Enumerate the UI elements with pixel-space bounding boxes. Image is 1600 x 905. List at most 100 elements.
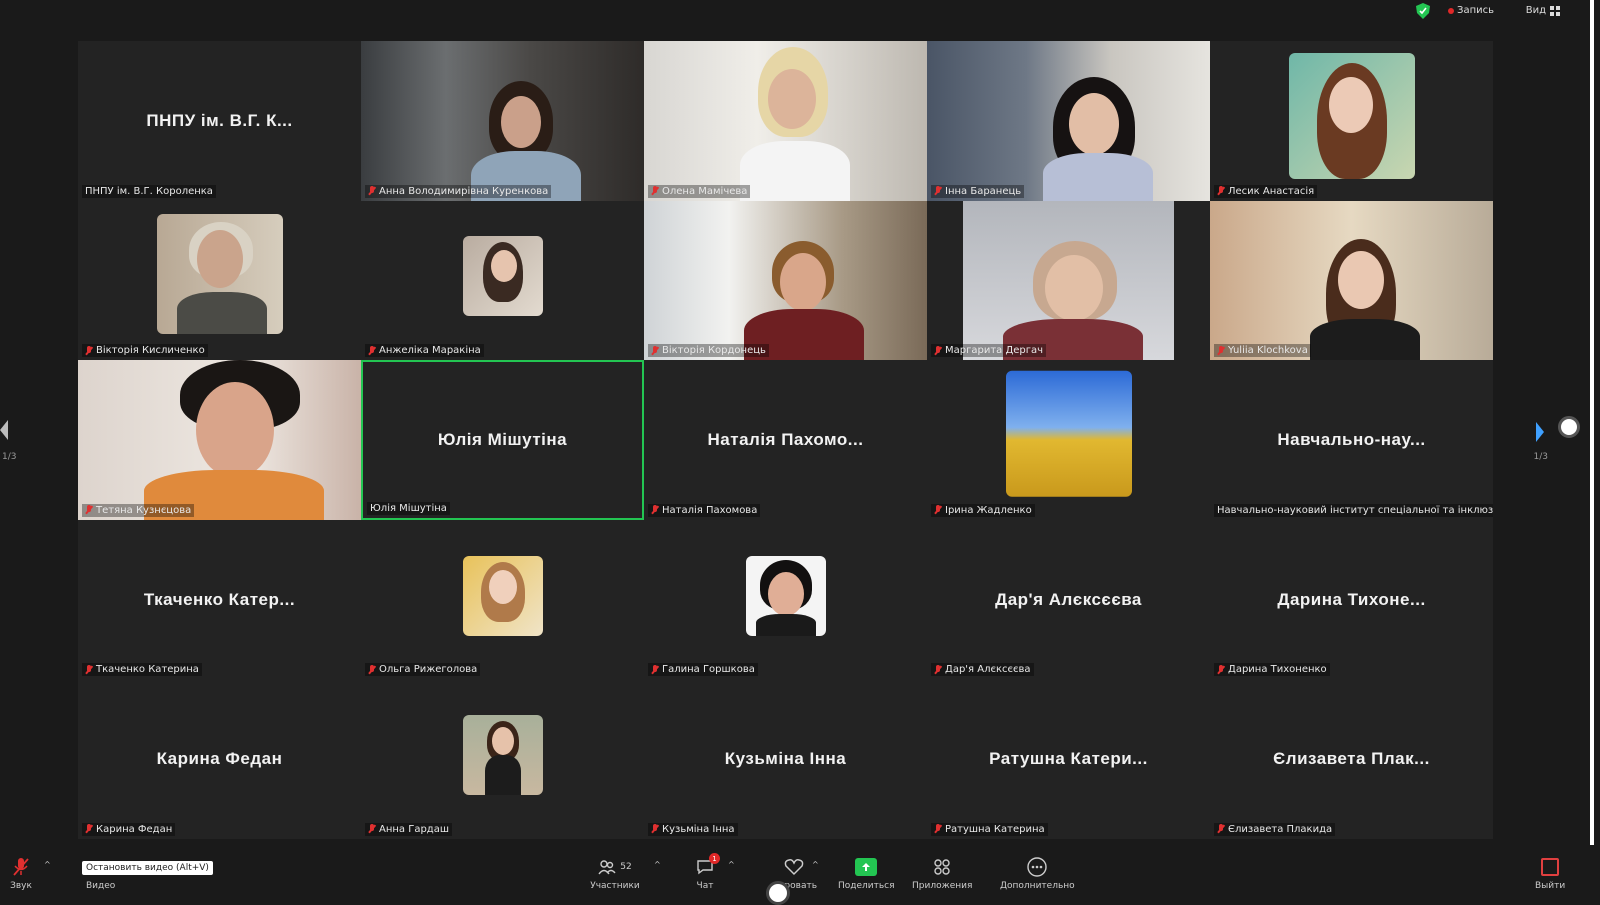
recording-label: Запись xyxy=(1457,5,1494,16)
mic-muted-icon xyxy=(651,505,659,515)
participant-tile[interactable]: Ірина Жадленко xyxy=(927,360,1210,520)
participant-label-text: Ольга Рижеголова xyxy=(379,664,478,676)
participant-tile[interactable]: ПНПУ ім. В.Г. К... ПНПУ ім. В.Г. Королен… xyxy=(78,41,361,201)
video-feed xyxy=(927,41,1210,201)
participant-label-text: Інна Баранець xyxy=(945,185,1022,197)
video-feed xyxy=(963,200,1174,361)
more-label: Дополнительно xyxy=(1000,881,1075,891)
view-button[interactable]: Вид xyxy=(1526,5,1560,16)
next-page-arrow-icon[interactable] xyxy=(1536,422,1544,442)
participant-label: Інна Баранець xyxy=(931,184,1025,198)
mic-muted-icon xyxy=(368,186,376,196)
participant-tile[interactable]: Інна Баранець xyxy=(927,41,1210,201)
more-dots-icon xyxy=(1026,856,1048,878)
audio-label: Звук xyxy=(10,881,32,891)
participants-icon-wrap: 52 xyxy=(590,856,640,878)
participant-avatar xyxy=(745,555,826,636)
active-speaker-tile[interactable]: Юлія Мішутіна Юлія Мішутіна xyxy=(361,360,644,520)
participants-caret-icon[interactable]: ^ xyxy=(654,860,661,869)
mic-muted-icon xyxy=(85,345,93,356)
participant-tile[interactable]: Ткаченко Катер... Ткаченко Катерина xyxy=(78,519,361,680)
chat-label: Чат xyxy=(696,881,714,891)
participant-label-text: Анна Гардаш xyxy=(379,823,449,835)
exit-button[interactable]: Выйти xyxy=(1535,856,1565,891)
audio-button[interactable]: Звук xyxy=(10,856,32,891)
participant-label: Навчально-науковий інститут спеціальної … xyxy=(1214,503,1493,517)
mic-muted-icon xyxy=(934,824,942,834)
audio-options-caret-icon[interactable]: ^ xyxy=(44,860,51,869)
chat-button[interactable]: 1 Чат xyxy=(694,853,720,891)
video-feed xyxy=(1210,200,1493,361)
video-label: Видео xyxy=(86,881,116,891)
participant-tile[interactable]: Yuliia Klochkova xyxy=(1210,200,1493,361)
share-button[interactable]: Поделиться xyxy=(838,856,895,891)
recording-indicator[interactable]: Запись xyxy=(1448,5,1494,16)
apps-icon xyxy=(931,856,953,878)
participant-label: Вікторія Кисличенко xyxy=(82,344,208,358)
mic-muted-icon xyxy=(368,345,376,356)
participant-name-large: Кузьміна Інна xyxy=(724,749,847,769)
prev-page-arrow-icon[interactable] xyxy=(0,420,8,440)
mic-muted-icon xyxy=(85,664,93,675)
participant-tile[interactable]: Тетяна Кузнєцова xyxy=(78,360,361,520)
exit-icon xyxy=(1539,856,1561,878)
participant-label-text: Єлизавета Плакида xyxy=(1228,823,1333,835)
participant-tile[interactable]: Вікторія Кисличенко xyxy=(78,200,361,361)
participant-label-text: Карина Федан xyxy=(96,823,173,835)
participant-avatar xyxy=(156,214,283,335)
participant-tile[interactable]: Анна Володимирівна Куренкова xyxy=(361,41,644,201)
page-indicator-right: 1/3 xyxy=(1533,452,1548,462)
cursor-circle-icon xyxy=(1558,416,1580,438)
meeting-toolbar: Звук ^ Видео Остановить видео (Alt+V) 52… xyxy=(0,845,1600,905)
chat-badge: 1 xyxy=(709,853,720,864)
apps-button[interactable]: Приложения xyxy=(912,856,972,891)
video-feed xyxy=(644,200,927,361)
mic-muted-icon xyxy=(85,824,93,834)
participant-tile[interactable]: Галина Горшкова xyxy=(644,519,927,680)
video-gallery: ПНПУ ім. В.Г. К... ПНПУ ім. В.Г. Королен… xyxy=(78,41,1493,839)
participant-tile[interactable]: Маргарита Дергач xyxy=(927,200,1210,361)
participant-tile[interactable]: Навчально-нау... Навчально-науковий інст… xyxy=(1210,360,1493,520)
participant-label: Анна Володимирівна Куренкова xyxy=(365,184,552,198)
chat-caret-icon[interactable]: ^ xyxy=(728,860,735,869)
mic-muted-icon xyxy=(651,345,659,356)
participant-tile[interactable]: Дар'я Алєксєєва Дар'я Алєксєєва xyxy=(927,519,1210,680)
participant-tile[interactable]: Карина Федан Карина Федан xyxy=(78,679,361,839)
participant-tile[interactable]: Єлизавета Плак... Єлизавета Плакида xyxy=(1210,679,1493,839)
participant-tile[interactable]: Ольга Рижеголова xyxy=(361,519,644,680)
mic-muted-icon xyxy=(934,664,942,675)
participant-tile[interactable]: Наталія Пахомо... Наталія Пахомова xyxy=(644,360,927,520)
participant-label-text: Маргарита Дергач xyxy=(945,345,1044,357)
participant-label: Ратушна Катерина xyxy=(931,822,1048,836)
participant-name-large: Дар'я Алєксєєва xyxy=(995,589,1142,609)
participant-tile[interactable]: Ратушна Катери... Ратушна Катерина xyxy=(927,679,1210,839)
more-button[interactable]: Дополнительно xyxy=(1000,856,1075,891)
participant-tile[interactable]: Анна Гардаш xyxy=(361,679,644,839)
video-feed xyxy=(78,360,361,520)
participant-label: Вікторія Кордонець xyxy=(648,344,769,358)
participant-label: Карина Федан xyxy=(82,822,176,836)
participant-tile[interactable]: Кузьміна Інна Кузьміна Інна xyxy=(644,679,927,839)
participant-label: Дар'я Алєксєєва xyxy=(931,663,1034,677)
participant-tile[interactable]: Дарина Тихоне... Дарина Тихоненко xyxy=(1210,519,1493,680)
participant-avatar xyxy=(1288,52,1415,179)
participant-label: Ольга Рижеголова xyxy=(365,663,481,677)
participant-name-large: Ткаченко Катер... xyxy=(143,589,296,609)
participant-tile[interactable]: Анжеліка Маракіна xyxy=(361,200,644,361)
participant-tile[interactable]: Лесик Анастасія xyxy=(1210,41,1493,201)
react-caret-icon[interactable]: ^ xyxy=(812,860,819,869)
heart-icon xyxy=(783,856,805,878)
mic-muted-icon xyxy=(934,186,942,196)
participants-button[interactable]: 52 Участники xyxy=(590,856,640,891)
participant-label-text: Навчально-науковий інститут спеціальної … xyxy=(1217,504,1493,516)
cursor-circle-icon xyxy=(766,881,790,905)
participant-label: ПНПУ ім. В.Г. Короленка xyxy=(82,184,216,198)
apps-label: Приложения xyxy=(912,881,973,891)
exit-label: Выйти xyxy=(1535,881,1566,891)
participant-label-text: Дарина Тихоненко xyxy=(1228,664,1327,676)
participant-tile[interactable]: Олена Мамічева xyxy=(644,41,927,201)
mic-muted-icon xyxy=(1217,824,1225,834)
mic-muted-icon xyxy=(1217,186,1225,196)
participant-tile[interactable]: Вікторія Кордонець xyxy=(644,200,927,361)
mic-muted-icon xyxy=(368,664,376,675)
